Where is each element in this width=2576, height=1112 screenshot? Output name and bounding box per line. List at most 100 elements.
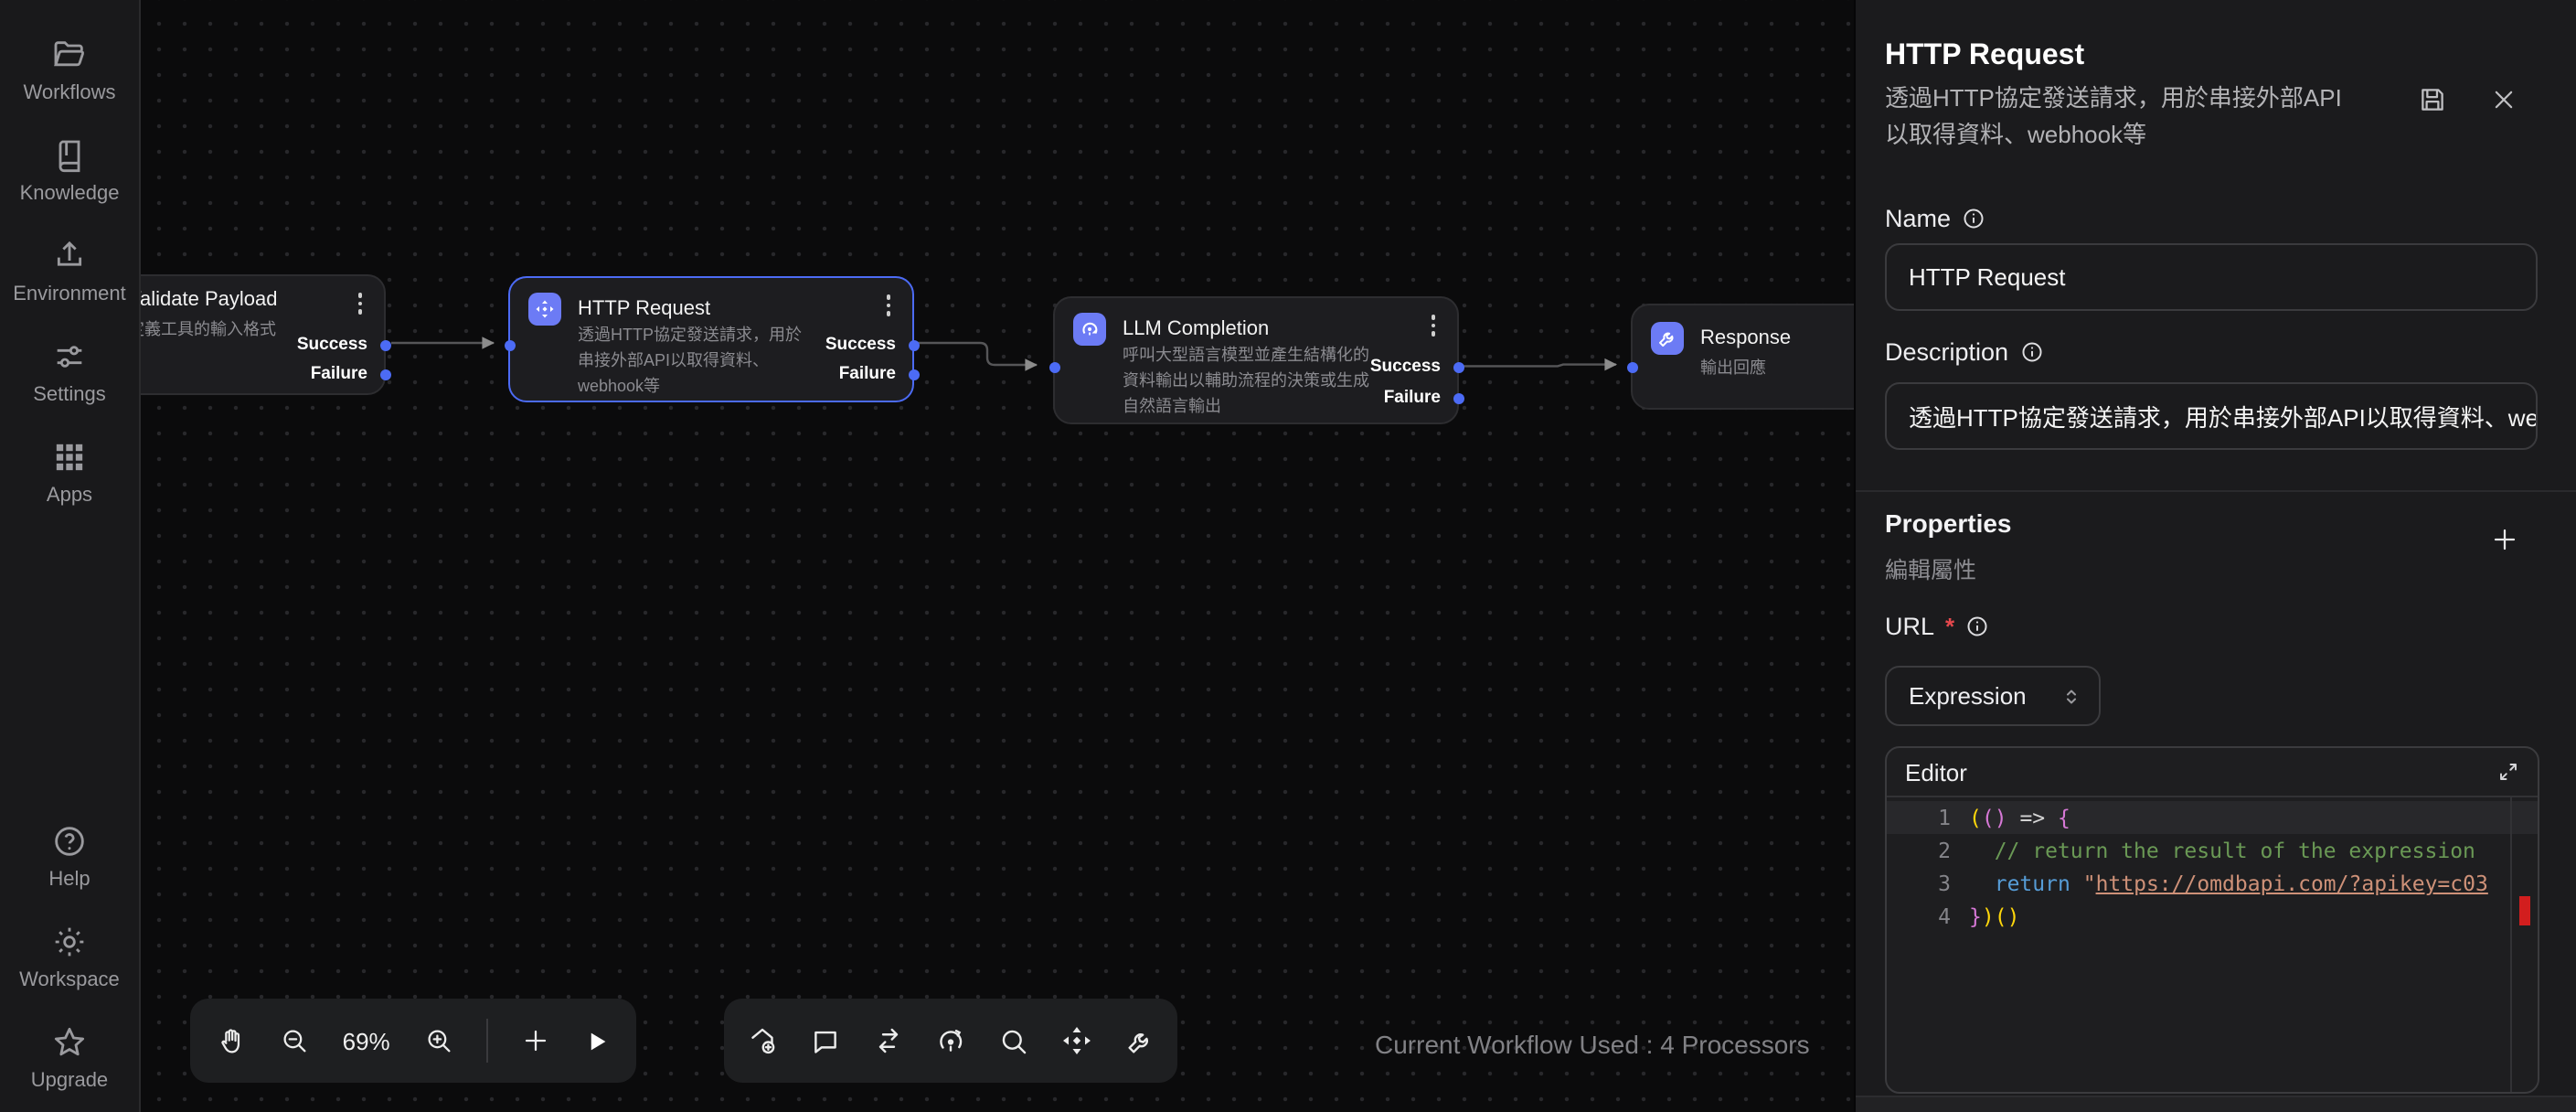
- book-icon: [51, 137, 88, 174]
- port-input[interactable]: [504, 339, 515, 350]
- node-title: LLM Completion: [1123, 318, 1269, 340]
- panel-footer-strip: [1856, 1096, 2576, 1112]
- port-failure-label: Failure: [1384, 388, 1441, 408]
- swap-arrows-icon: [871, 1024, 904, 1057]
- port-success-out[interactable]: [908, 339, 919, 350]
- llm-completion-node-icon: [1073, 313, 1106, 346]
- node-response[interactable]: Response 輸出回應: [1631, 304, 1854, 410]
- llm-tool-button[interactable]: [935, 1024, 968, 1057]
- comment-icon: [810, 1025, 841, 1056]
- url-field-label: URL *: [1885, 613, 1989, 640]
- code-line: // return the result of the expression: [1969, 834, 2510, 867]
- value-type-selected: Expression: [1909, 682, 2046, 710]
- sliders-icon: [51, 338, 88, 375]
- comment-tool-button[interactable]: [810, 1025, 841, 1056]
- port-success-out[interactable]: [1453, 361, 1464, 372]
- add-property-button[interactable]: [2490, 525, 2519, 554]
- port-success-label: Success: [1370, 357, 1441, 377]
- node-llm-completion[interactable]: LLM Completion 呼叫大型語言模型並產生結構化的資料輸出以輔助流程的…: [1053, 296, 1459, 424]
- add-trigger-button[interactable]: [746, 1024, 779, 1057]
- value-type-select[interactable]: Expression: [1885, 666, 2101, 726]
- search-tool-button[interactable]: [999, 1025, 1030, 1056]
- port-failure-out[interactable]: [1453, 392, 1464, 403]
- editor-overview-ruler: [2510, 797, 2512, 1094]
- sidebar-item-apps[interactable]: Apps: [0, 439, 139, 516]
- apps-grid-icon: [51, 439, 88, 476]
- info-icon[interactable]: [2019, 340, 2043, 364]
- sidebar-item-label: Upgrade: [31, 1070, 108, 1092]
- node-title: Validate Payload: [139, 289, 278, 311]
- plus-icon: [2490, 525, 2519, 554]
- close-panel-button[interactable]: [2490, 86, 2517, 113]
- run-workflow-button[interactable]: [583, 1027, 611, 1054]
- port-failure-out[interactable]: [379, 369, 390, 380]
- node-menu-icon[interactable]: [879, 293, 898, 318]
- port-success-out[interactable]: [379, 339, 390, 350]
- port-input[interactable]: [1048, 361, 1059, 372]
- node-description: 呼叫大型語言模型並產生結構化的資料輸出以輔助流程的決策或生成自然語言輸出: [1123, 342, 1375, 419]
- zoom-in-button[interactable]: [423, 1026, 452, 1055]
- node-http-request[interactable]: HTTP Request 透過HTTP協定發送請求，用於串接外部API以取得資料…: [508, 276, 914, 402]
- sidebar-item-workspace[interactable]: Workspace: [0, 924, 139, 1000]
- help-icon: [51, 823, 88, 860]
- swap-connections-button[interactable]: [871, 1024, 904, 1057]
- sidebar-item-label: Workflows: [23, 82, 115, 104]
- port-failure-label: Failure: [311, 364, 367, 384]
- sidebar-item-help[interactable]: Help: [0, 823, 139, 900]
- edge-http-to-llm: [914, 343, 1037, 365]
- name-input[interactable]: HTTP Request: [1885, 243, 2538, 311]
- workflow-edges: [139, 0, 1854, 1112]
- workflow-canvas[interactable]: Validate Payload 定義工具的輸入格式 Success Failu…: [139, 0, 1854, 1112]
- port-failure-label: Failure: [839, 364, 896, 384]
- description-input[interactable]: 透過HTTP協定發送請求，用於串接外部API以取得資料、webhook等: [1885, 382, 2538, 450]
- editor-header: Editor: [1887, 748, 2538, 797]
- info-icon[interactable]: [1965, 615, 1989, 638]
- name-label-text: Name: [1885, 205, 1951, 232]
- node-validate-payload[interactable]: Validate Payload 定義工具的輸入格式 Success Failu…: [139, 274, 386, 395]
- expand-icon[interactable]: [2497, 761, 2519, 783]
- info-icon[interactable]: [1962, 207, 1985, 230]
- sidebar-item-upgrade[interactable]: Upgrade: [0, 1024, 139, 1101]
- tools-button[interactable]: [1124, 1025, 1155, 1056]
- sidebar-item-workflows[interactable]: Workflows: [0, 37, 139, 113]
- code-line: (() => {: [1969, 801, 2510, 834]
- sidebar-item-environment[interactable]: Environment: [0, 238, 139, 315]
- required-marker: *: [1945, 613, 1954, 640]
- sidebar-item-knowledge[interactable]: Knowledge: [0, 137, 139, 214]
- name-field-label: Name: [1885, 205, 1985, 232]
- canvas-zoom-toolbar: 69%: [190, 999, 636, 1083]
- zoom-level[interactable]: 69%: [343, 1027, 390, 1054]
- sidebar-item-label: Help: [48, 869, 90, 891]
- plus-icon: [521, 1026, 550, 1055]
- node-description: 透過HTTP協定發送請求，用於串接外部API以取得資料、webhook等: [578, 322, 812, 399]
- add-node-button[interactable]: [521, 1026, 550, 1055]
- save-icon: [2417, 84, 2448, 115]
- sidebar: Workflows Knowledge Environment Settings…: [0, 0, 141, 1112]
- properties-title: Properties: [1885, 508, 2012, 538]
- chevron-up-down-icon: [2060, 685, 2082, 707]
- node-menu-icon[interactable]: [351, 291, 369, 316]
- sidebar-item-label: Apps: [47, 485, 92, 507]
- node-menu-icon[interactable]: [1424, 313, 1442, 338]
- workflow-app: Workflows Knowledge Environment Settings…: [0, 0, 2576, 1112]
- port-input[interactable]: [1626, 361, 1637, 372]
- description-field-label: Description: [1885, 338, 2043, 366]
- description-input-value: 透過HTTP協定發送請求，用於串接外部API以取得資料、webhook等: [1909, 399, 2538, 433]
- line-number: 4: [1887, 900, 1969, 933]
- sidebar-item-label: Settings: [33, 384, 106, 406]
- code-area[interactable]: 1(() => { 2 // return the result of the …: [1887, 797, 2538, 1094]
- url-label-text: URL: [1885, 613, 1934, 640]
- http-tool-button[interactable]: [1060, 1024, 1093, 1057]
- zoom-in-icon: [423, 1026, 452, 1055]
- line-number: 2: [1887, 834, 1969, 867]
- editor-title: Editor: [1905, 758, 1967, 786]
- port-failure-out[interactable]: [908, 369, 919, 380]
- http-request-node-icon: [528, 293, 561, 326]
- pan-tool-button[interactable]: [216, 1025, 247, 1056]
- save-button[interactable]: [2417, 84, 2448, 115]
- sidebar-item-settings[interactable]: Settings: [0, 338, 139, 415]
- play-icon: [583, 1027, 611, 1054]
- section-divider: [1856, 490, 2576, 492]
- sidebar-item-label: Workspace: [19, 969, 120, 991]
- zoom-out-button[interactable]: [280, 1026, 309, 1055]
